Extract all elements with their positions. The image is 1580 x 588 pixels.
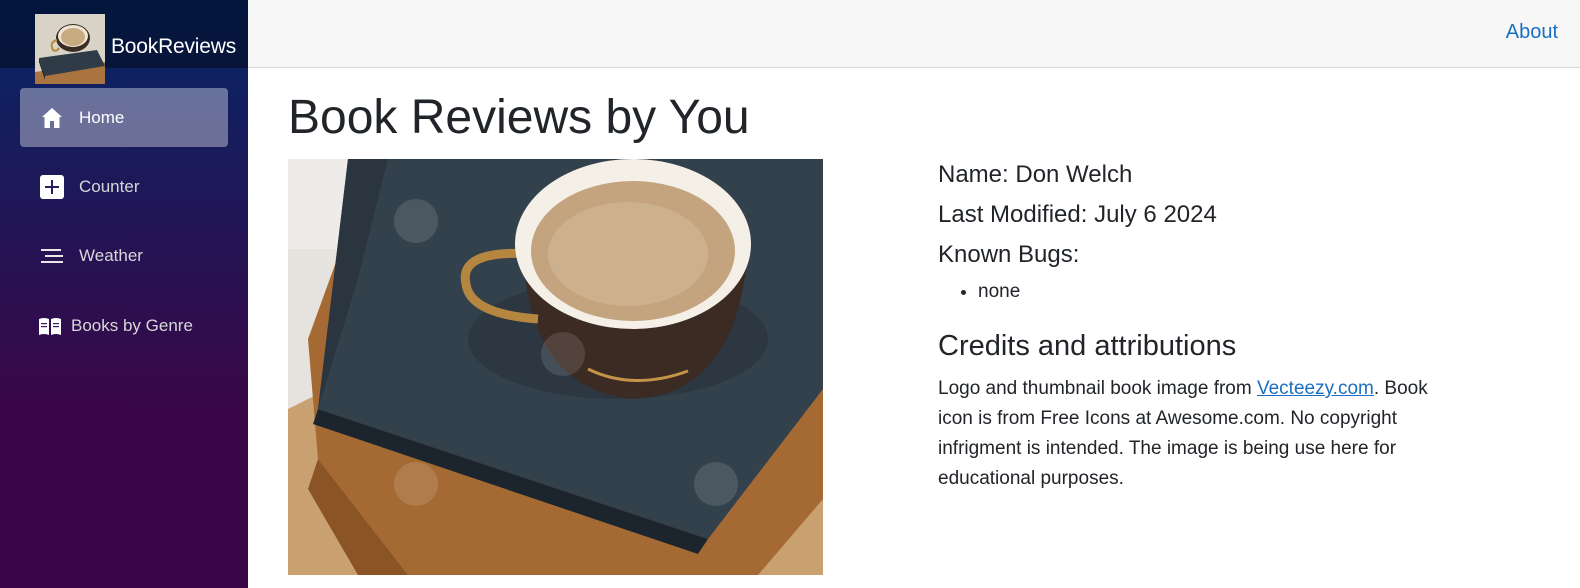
sidebar-item-home[interactable]: Home — [20, 88, 228, 147]
sidebar-item-label: Counter — [79, 176, 140, 196]
brand-name[interactable]: BookReviews — [111, 35, 236, 59]
page-title: Book Reviews by You — [288, 91, 750, 144]
plus-square-icon — [39, 174, 65, 200]
brand-logo[interactable] — [35, 14, 105, 84]
sidebar-item-counter[interactable]: Counter — [20, 157, 228, 216]
sidebar: BookReviews Home Counter Weather Books b… — [0, 0, 248, 588]
hero-image — [288, 159, 823, 575]
coffee-cup-on-books-icon — [35, 14, 105, 84]
last-modified: Last Modified: July 6 2024 — [938, 201, 1217, 228]
top-row: About — [248, 0, 1580, 68]
credits-text: Logo and thumbnail book image from Vecte… — [938, 374, 1458, 494]
sidebar-item-books-by-genre[interactable]: Books by Genre — [20, 296, 228, 355]
sidebar-item-label: Home — [79, 107, 125, 127]
credits-text-before: Logo and thumbnail book image from — [938, 378, 1257, 399]
sidebar-item-label: Books by Genre — [71, 315, 193, 335]
sidebar-item-weather[interactable]: Weather — [20, 226, 228, 285]
coffee-on-books-image — [288, 159, 823, 575]
known-bugs-heading: Known Bugs: — [938, 241, 1080, 268]
home-icon — [39, 105, 65, 131]
known-bugs-list: none — [978, 278, 1468, 306]
credits-heading: Credits and attributions — [938, 330, 1237, 362]
author-name: Name: Don Welch — [938, 161, 1133, 188]
sidebar-item-label: Weather — [79, 245, 143, 265]
list-item: none — [978, 278, 1468, 306]
list-lines-icon — [39, 243, 65, 269]
about-link[interactable]: About — [1506, 21, 1558, 44]
info-panel: Name: Don Welch Last Modified: July 6 20… — [938, 160, 1468, 494]
vecteezy-link[interactable]: Vecteezy.com — [1257, 378, 1374, 399]
open-book-icon — [37, 313, 63, 339]
